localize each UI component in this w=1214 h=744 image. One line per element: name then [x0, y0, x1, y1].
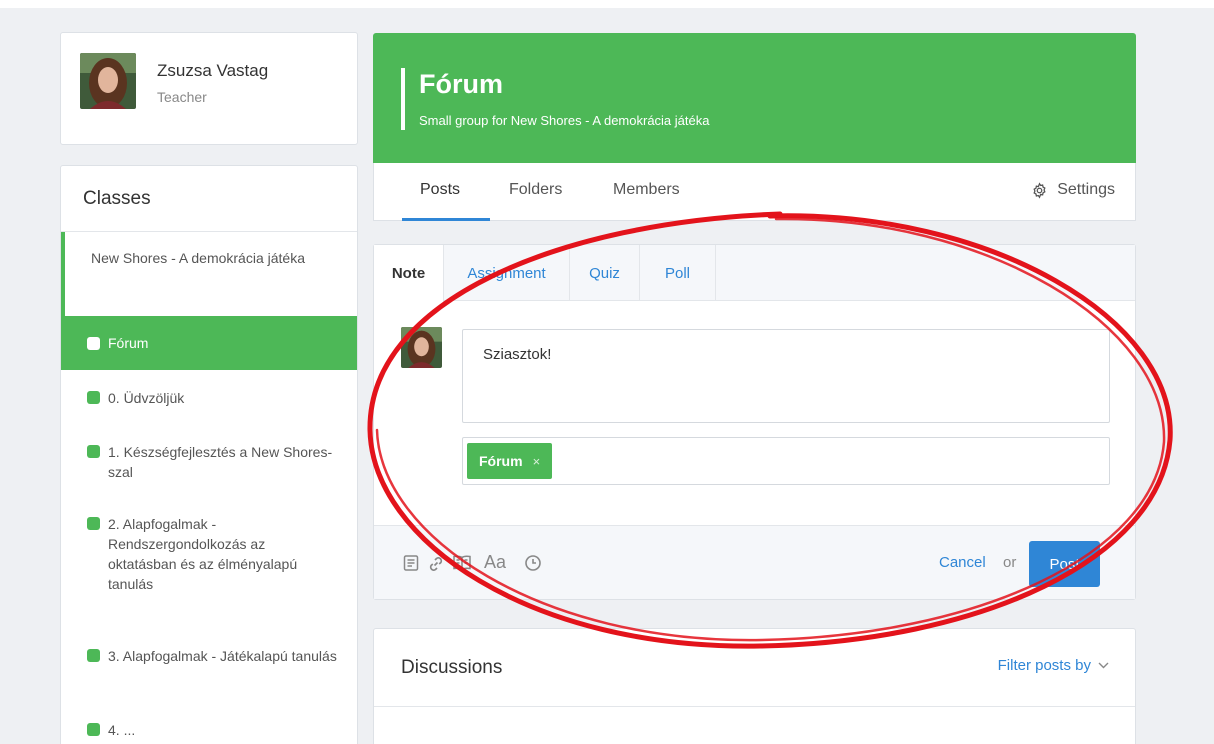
document-icon[interactable] — [402, 554, 420, 572]
clock-icon[interactable] — [524, 554, 542, 572]
profile-name: Zsuzsa Vastag — [157, 61, 269, 80]
group-item-label: 1. Készségfejlesztés a New Shores-szal — [108, 444, 333, 480]
settings-link[interactable]: Settings — [1031, 181, 1115, 199]
discussions-panel: Discussions Filter posts by — [373, 628, 1136, 744]
or-text: or — [1003, 554, 1017, 571]
post-composer: Note Assignment Quiz Poll Sziasztok! Fór… — [373, 244, 1136, 600]
library-icon[interactable] — [452, 554, 472, 572]
classes-panel: Classes New Shores - A demokrácia játéka… — [60, 165, 358, 744]
note-textarea[interactable]: Sziasztok! — [462, 329, 1110, 423]
divider — [374, 706, 1135, 707]
profile-card[interactable]: Zsuzsa Vastag Teacher — [60, 32, 358, 145]
top-strip — [0, 0, 1214, 8]
tab-members[interactable]: Members — [613, 181, 680, 199]
avatar — [80, 53, 136, 109]
page-title: Fórum — [419, 69, 503, 99]
page-subtitle: Small group for New Shores - A demokráci… — [419, 113, 710, 128]
active-tab-indicator — [402, 218, 490, 221]
group-square-icon — [87, 649, 100, 662]
composer-toolbar: Aa Cancel or Post — [374, 525, 1135, 599]
composer-tab-note[interactable]: Note — [374, 245, 444, 302]
composer-tab-poll[interactable]: Poll — [640, 245, 716, 301]
group-item[interactable]: 4. ... — [61, 706, 357, 744]
group-item-forum[interactable]: Fórum — [61, 316, 357, 370]
group-square-icon — [87, 391, 100, 404]
group-item-label: Fórum — [108, 335, 149, 351]
tab-posts[interactable]: Posts — [420, 181, 460, 199]
composer-tabs: Note Assignment Quiz Poll — [374, 245, 1135, 302]
header-accent-bar — [401, 68, 405, 130]
discussions-title: Discussions — [401, 657, 503, 678]
recipient-input[interactable]: Fórum × — [462, 437, 1110, 485]
class-item[interactable]: New Shores - A demokrácia játéka — [61, 232, 357, 316]
group-header: Fórum Small group for New Shores - A dem… — [373, 33, 1136, 163]
group-tabs: Posts Folders Members Settings — [373, 163, 1136, 221]
remove-recipient-icon[interactable]: × — [533, 454, 541, 469]
group-item-label: 4. ... — [108, 722, 136, 738]
group-item[interactable]: 3. Alapfogalmak - Játékalapú tanulás — [61, 632, 357, 706]
filter-posts-dropdown[interactable]: Filter posts by — [998, 657, 1109, 674]
recipient-chip[interactable]: Fórum × — [467, 443, 553, 479]
group-item[interactable]: 1. Készségfejlesztés a New Shores-szal — [61, 426, 357, 500]
group-item-label: 3. Alapfogalmak - Játékalapú tanulás — [108, 648, 337, 664]
group-item-label: 2. Alapfogalmak - Rendszergondolkozás az… — [108, 516, 298, 592]
recipient-chip-label: Fórum — [479, 453, 523, 469]
profile-role: Teacher — [157, 89, 207, 105]
post-button[interactable]: Post — [1029, 541, 1100, 587]
settings-label: Settings — [1057, 181, 1115, 198]
classes-title: Classes — [61, 166, 357, 232]
group-square-icon — [87, 336, 100, 350]
cancel-button[interactable]: Cancel — [939, 554, 986, 571]
composer-tab-assignment[interactable]: Assignment — [444, 245, 570, 301]
filter-label: Filter posts by — [997, 657, 1091, 674]
link-icon[interactable] — [426, 554, 446, 574]
group-square-icon — [87, 517, 100, 530]
group-item-label: 0. Üdvzöljük — [108, 390, 185, 406]
tab-folders[interactable]: Folders — [509, 181, 562, 199]
group-square-icon — [87, 445, 100, 458]
chevron-down-icon — [1098, 662, 1109, 669]
composer-tab-quiz[interactable]: Quiz — [570, 245, 640, 301]
group-item[interactable]: 0. Üdvzöljük — [61, 370, 357, 426]
group-square-icon — [87, 723, 100, 736]
group-item[interactable]: 2. Alapfogalmak - Rendszergondolkozás az… — [61, 500, 357, 632]
composer-avatar — [401, 327, 442, 368]
text-format-icon[interactable]: Aa — [484, 552, 506, 573]
gear-icon — [1033, 181, 1046, 199]
